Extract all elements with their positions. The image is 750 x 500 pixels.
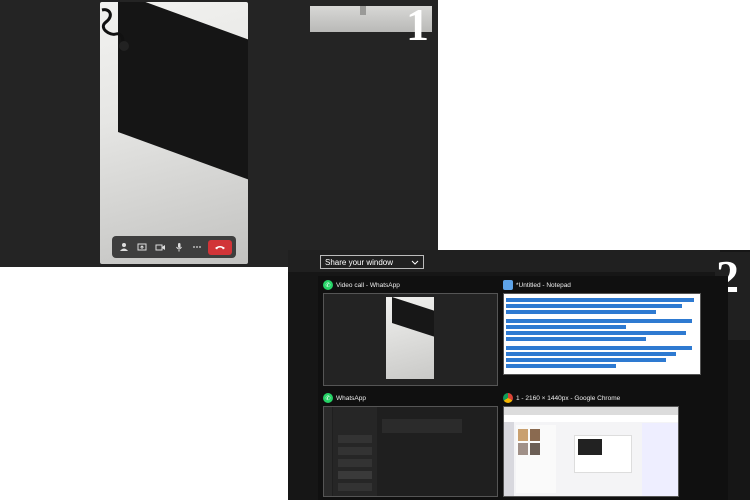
window-preview [503, 293, 701, 375]
chevron-down-icon [411, 260, 419, 265]
video-feed [100, 2, 248, 264]
window-tile-video-call[interactable]: ✆ Video call - WhatsApp [323, 278, 498, 386]
share-window-dropdown-label: Share your window [325, 257, 394, 267]
video-call-window [100, 2, 248, 264]
window-tile-title: 1 - 2160 × 1440px - Google Chrome [516, 394, 621, 402]
notepad-icon [503, 280, 513, 290]
window-preview [323, 293, 498, 386]
people-icon[interactable] [116, 239, 132, 255]
whatsapp-icon: ✆ [323, 280, 333, 290]
window-tile-title: *Untitled - Notepad [516, 281, 571, 289]
share-window-dropdown[interactable]: Share your window [320, 255, 424, 269]
end-call-button[interactable] [207, 239, 232, 255]
whatsapp-icon: ✆ [323, 393, 333, 403]
window-preview [323, 406, 498, 497]
share-screen-icon[interactable] [134, 239, 150, 255]
cable-graphic [101, 8, 129, 51]
video-feed-dark-object [118, 2, 248, 191]
step-number-1: 1 [406, 0, 429, 50]
video-icon[interactable] [153, 239, 169, 255]
more-icon[interactable] [189, 239, 205, 255]
chrome-icon [503, 393, 513, 403]
window-tile-notepad[interactable]: *Untitled - Notepad [503, 278, 701, 375]
mic-icon[interactable] [171, 239, 187, 255]
end-call-icon [214, 245, 225, 249]
window-tile-title: Video call - WhatsApp [336, 281, 400, 289]
call-controls-bar [112, 236, 236, 258]
window-tile-whatsapp[interactable]: ✆ WhatsApp [323, 391, 498, 497]
window-tile-chrome[interactable]: 1 - 2160 × 1440px - Google Chrome [503, 391, 679, 497]
window-preview [503, 406, 679, 497]
window-tile-title: WhatsApp [336, 394, 366, 402]
